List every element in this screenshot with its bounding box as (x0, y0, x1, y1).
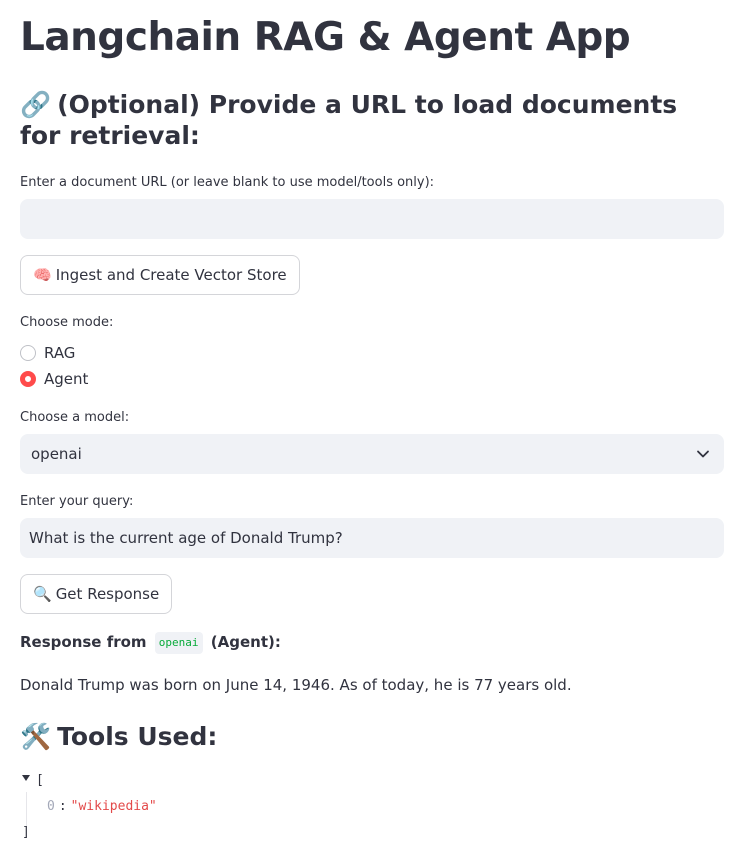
chevron-down-icon (697, 450, 709, 458)
query-input[interactable] (20, 518, 724, 558)
response-model-code: openai (154, 632, 203, 654)
json-entry-value: "wikipedia" (70, 799, 157, 814)
mode-radio-agent-label: Agent (44, 370, 89, 388)
get-response-button-label: Get Response (55, 585, 160, 603)
response-suffix: (Agent): (210, 633, 281, 651)
tools-heading-text: Tools Used: (57, 722, 218, 751)
model-label: Choose a model: (20, 410, 130, 425)
response-text: Donald Trump was born on June 14, 1946. … (20, 676, 572, 694)
radio-selected-icon (20, 371, 36, 387)
tools-icon: 🛠️ (20, 722, 52, 751)
mode-radio-rag-label: RAG (44, 344, 76, 362)
url-input-label: Enter a document URL (or leave blank to … (20, 175, 435, 190)
document-url-input[interactable] (20, 199, 724, 239)
ingest-button-label: Ingest and Create Vector Store (55, 266, 287, 284)
model-select[interactable]: openai (20, 434, 724, 474)
link-icon: 🔗 (20, 90, 52, 119)
json-indent-guide (26, 792, 27, 826)
response-heading: Response from openai (Agent): (20, 632, 281, 654)
magnifier-icon: 🔍 (33, 585, 52, 603)
collapse-triangle-icon[interactable] (22, 775, 30, 781)
json-colon: : (58, 799, 67, 814)
tools-json-viewer: [ 0: "wikipedia" ] (20, 770, 320, 850)
mode-label: Choose mode: (20, 315, 114, 330)
radio-unselected-icon (20, 345, 36, 361)
json-open-bracket: [ (36, 773, 44, 788)
page-title: Langchain RAG & Agent App (20, 15, 631, 60)
query-label: Enter your query: (20, 494, 134, 509)
url-section-heading: 🔗 (Optional) Provide a URL to load docume… (20, 89, 724, 151)
tools-heading: 🛠️ Tools Used: (20, 721, 217, 752)
url-section-heading-text: (Optional) Provide a URL to load documen… (20, 90, 678, 150)
json-entry: 0: "wikipedia" (47, 798, 157, 816)
model-select-value: openai (31, 445, 82, 463)
brain-icon: 🧠 (33, 266, 52, 284)
json-close-bracket: ] (22, 825, 30, 840)
get-response-button[interactable]: 🔍 Get Response (20, 574, 173, 614)
response-prefix: Response from (20, 633, 147, 651)
json-entry-index: 0 (47, 799, 55, 814)
ingest-vector-store-button[interactable]: 🧠 Ingest and Create Vector Store (20, 255, 300, 295)
